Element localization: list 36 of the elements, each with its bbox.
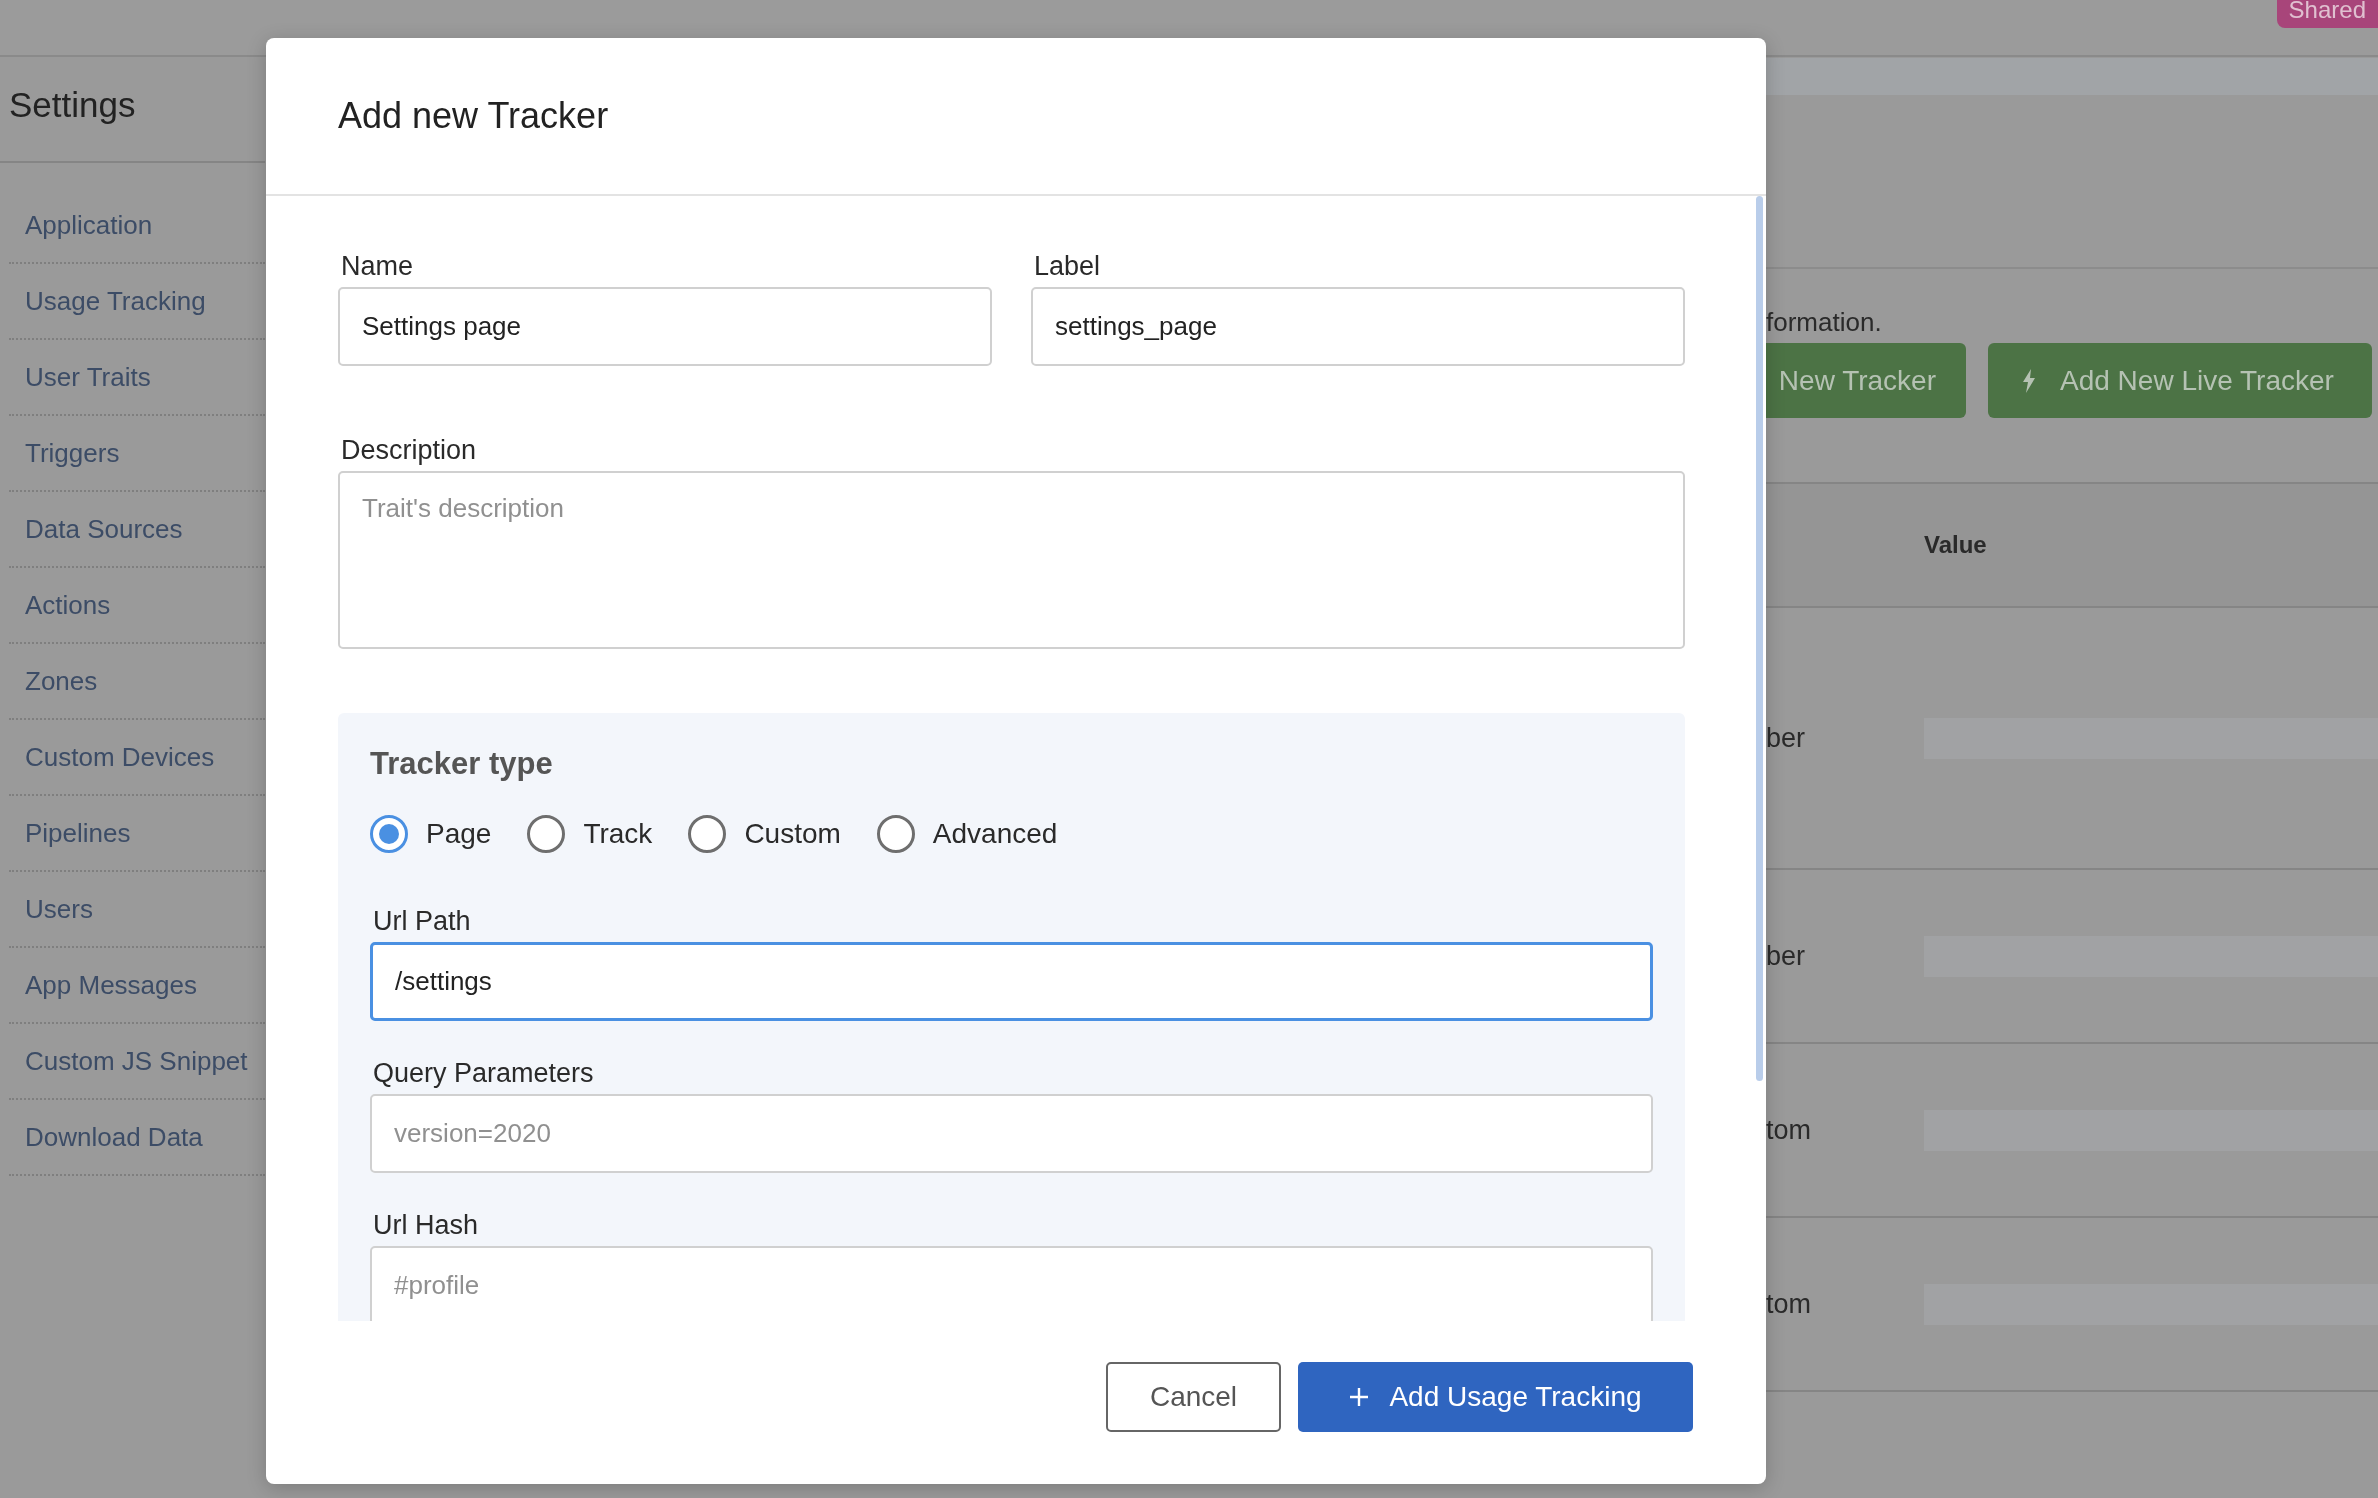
field-label: Url Path [373, 905, 472, 937]
column-header: Value [1924, 531, 1987, 559]
add-tracker-button[interactable]: New Tracker [1766, 343, 1966, 418]
add-tracker-button[interactable]: Add New Live Tracker [1988, 343, 2372, 418]
radio-label[interactable]: Custom [744, 818, 841, 850]
radio-label[interactable]: Advanced [932, 818, 1058, 850]
field-label: Query Parameters [373, 1057, 595, 1089]
field-label: Description [341, 434, 478, 466]
intro-text: formation. [1766, 307, 1883, 339]
table-cell-text: ber [1766, 940, 1807, 972]
table-cell-text: ber [1766, 722, 1807, 754]
radio-label[interactable]: Page [426, 818, 492, 850]
radio-label[interactable]: Track [583, 818, 653, 850]
label-field[interactable]: settings_page [1031, 287, 1685, 366]
radio-button[interactable] [688, 815, 727, 853]
table-cell-text: tom [1766, 1114, 1812, 1146]
scrollbar[interactable] [1756, 196, 1763, 1081]
name-field[interactable]: Settings page [338, 287, 992, 366]
lightning-icon [2022, 368, 2036, 393]
dialog-button[interactable]: Cancel [1106, 1362, 1281, 1432]
shared-badge: Shared [2276, 0, 2378, 28]
radio-button[interactable] [876, 815, 915, 853]
url-hash-field[interactable]: #profile [370, 1246, 1653, 1321]
plus-icon [1349, 1387, 1370, 1407]
table-cell-text: tom [1766, 1288, 1812, 1320]
radio-button[interactable] [527, 815, 566, 853]
field-label: Url Hash [373, 1209, 480, 1241]
dialog-title: Add new Tracker [338, 95, 609, 137]
dialog-button[interactable]: Add Usage Tracking [1298, 1362, 1693, 1432]
field-label: Label [1034, 250, 1102, 282]
tracker-type-title: Tracker type [370, 747, 554, 781]
radio-button[interactable] [370, 815, 408, 853]
description-field[interactable]: Trait's description [338, 471, 1685, 649]
query-parameters-field[interactable]: version=2020 [370, 1094, 1653, 1173]
field-label: Name [341, 250, 415, 282]
url-path-field[interactable]: /settings [370, 942, 1653, 1021]
